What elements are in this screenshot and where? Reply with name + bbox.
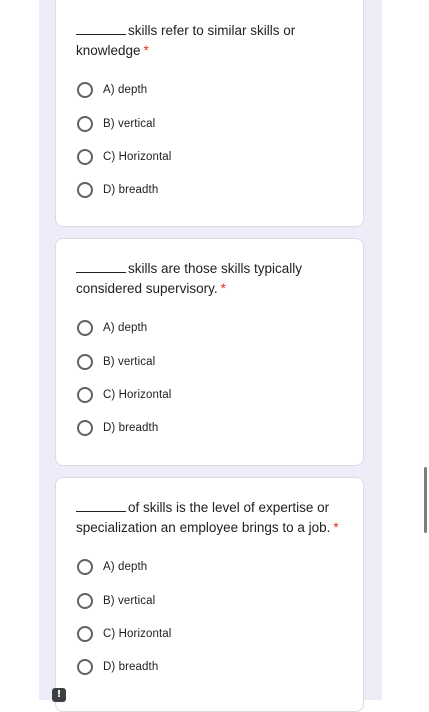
radio-unchecked-icon[interactable] [77, 182, 93, 198]
option-label: D) breadth [103, 661, 159, 673]
option-vertical[interactable]: B) vertical [77, 591, 155, 611]
radio-unchecked-icon[interactable] [77, 354, 93, 370]
option-label: C) Horizontal [103, 151, 172, 163]
radio-unchecked-icon[interactable] [77, 320, 93, 336]
scrollbar-thumb[interactable] [424, 467, 427, 533]
option-depth[interactable]: A) depth [77, 318, 147, 338]
radio-unchecked-icon[interactable] [77, 149, 93, 165]
option-horizontal[interactable]: C) Horizontal [77, 147, 171, 167]
option-label: C) Horizontal [103, 389, 172, 401]
question-card-2: skills are those skills typically consid… [55, 238, 364, 466]
option-depth[interactable]: A) depth [77, 80, 147, 100]
radio-unchecked-icon[interactable] [77, 626, 93, 642]
option-horizontal[interactable]: C) Horizontal [77, 385, 171, 405]
required-asterisk: * [220, 281, 226, 296]
radio-unchecked-icon[interactable] [77, 593, 93, 609]
option-label: A) depth [103, 561, 148, 573]
answer-blank [76, 261, 126, 273]
required-asterisk: * [333, 520, 339, 535]
option-label: D) breadth [103, 422, 159, 434]
option-label: C) Horizontal [103, 628, 172, 640]
radio-unchecked-icon[interactable] [77, 116, 93, 132]
radio-unchecked-icon[interactable] [77, 387, 93, 403]
question-card-1: skills refer to similar skills or knowle… [55, 0, 364, 227]
question-title: of skills is the level of expertise or s… [76, 500, 339, 535]
required-asterisk: * [143, 43, 149, 58]
radio-unchecked-icon[interactable] [77, 420, 93, 436]
radio-unchecked-icon[interactable] [77, 559, 93, 575]
option-label: D) breadth [103, 184, 159, 196]
option-label: B) vertical [103, 595, 156, 607]
answer-blank [76, 500, 126, 512]
option-label: A) depth [103, 84, 148, 96]
option-label: B) vertical [103, 118, 156, 130]
option-horizontal[interactable]: C) Horizontal [77, 624, 171, 644]
answer-blank [76, 23, 126, 35]
option-depth[interactable]: A) depth [77, 557, 147, 577]
option-label: B) vertical [103, 356, 156, 368]
question-title: skills refer to similar skills or knowle… [76, 23, 296, 58]
option-breadth[interactable]: D) breadth [77, 418, 158, 438]
question-card-3: of skills is the level of expertise or s… [55, 477, 364, 712]
question-title: skills are those skills typically consid… [76, 261, 303, 296]
option-breadth[interactable]: D) breadth [77, 657, 158, 677]
option-vertical[interactable]: B) vertical [77, 114, 155, 134]
option-label: A) depth [103, 322, 148, 334]
radio-unchecked-icon[interactable] [77, 82, 93, 98]
radio-unchecked-icon[interactable] [77, 659, 93, 675]
option-breadth[interactable]: D) breadth [77, 180, 158, 200]
option-vertical[interactable]: B) vertical [77, 352, 155, 372]
